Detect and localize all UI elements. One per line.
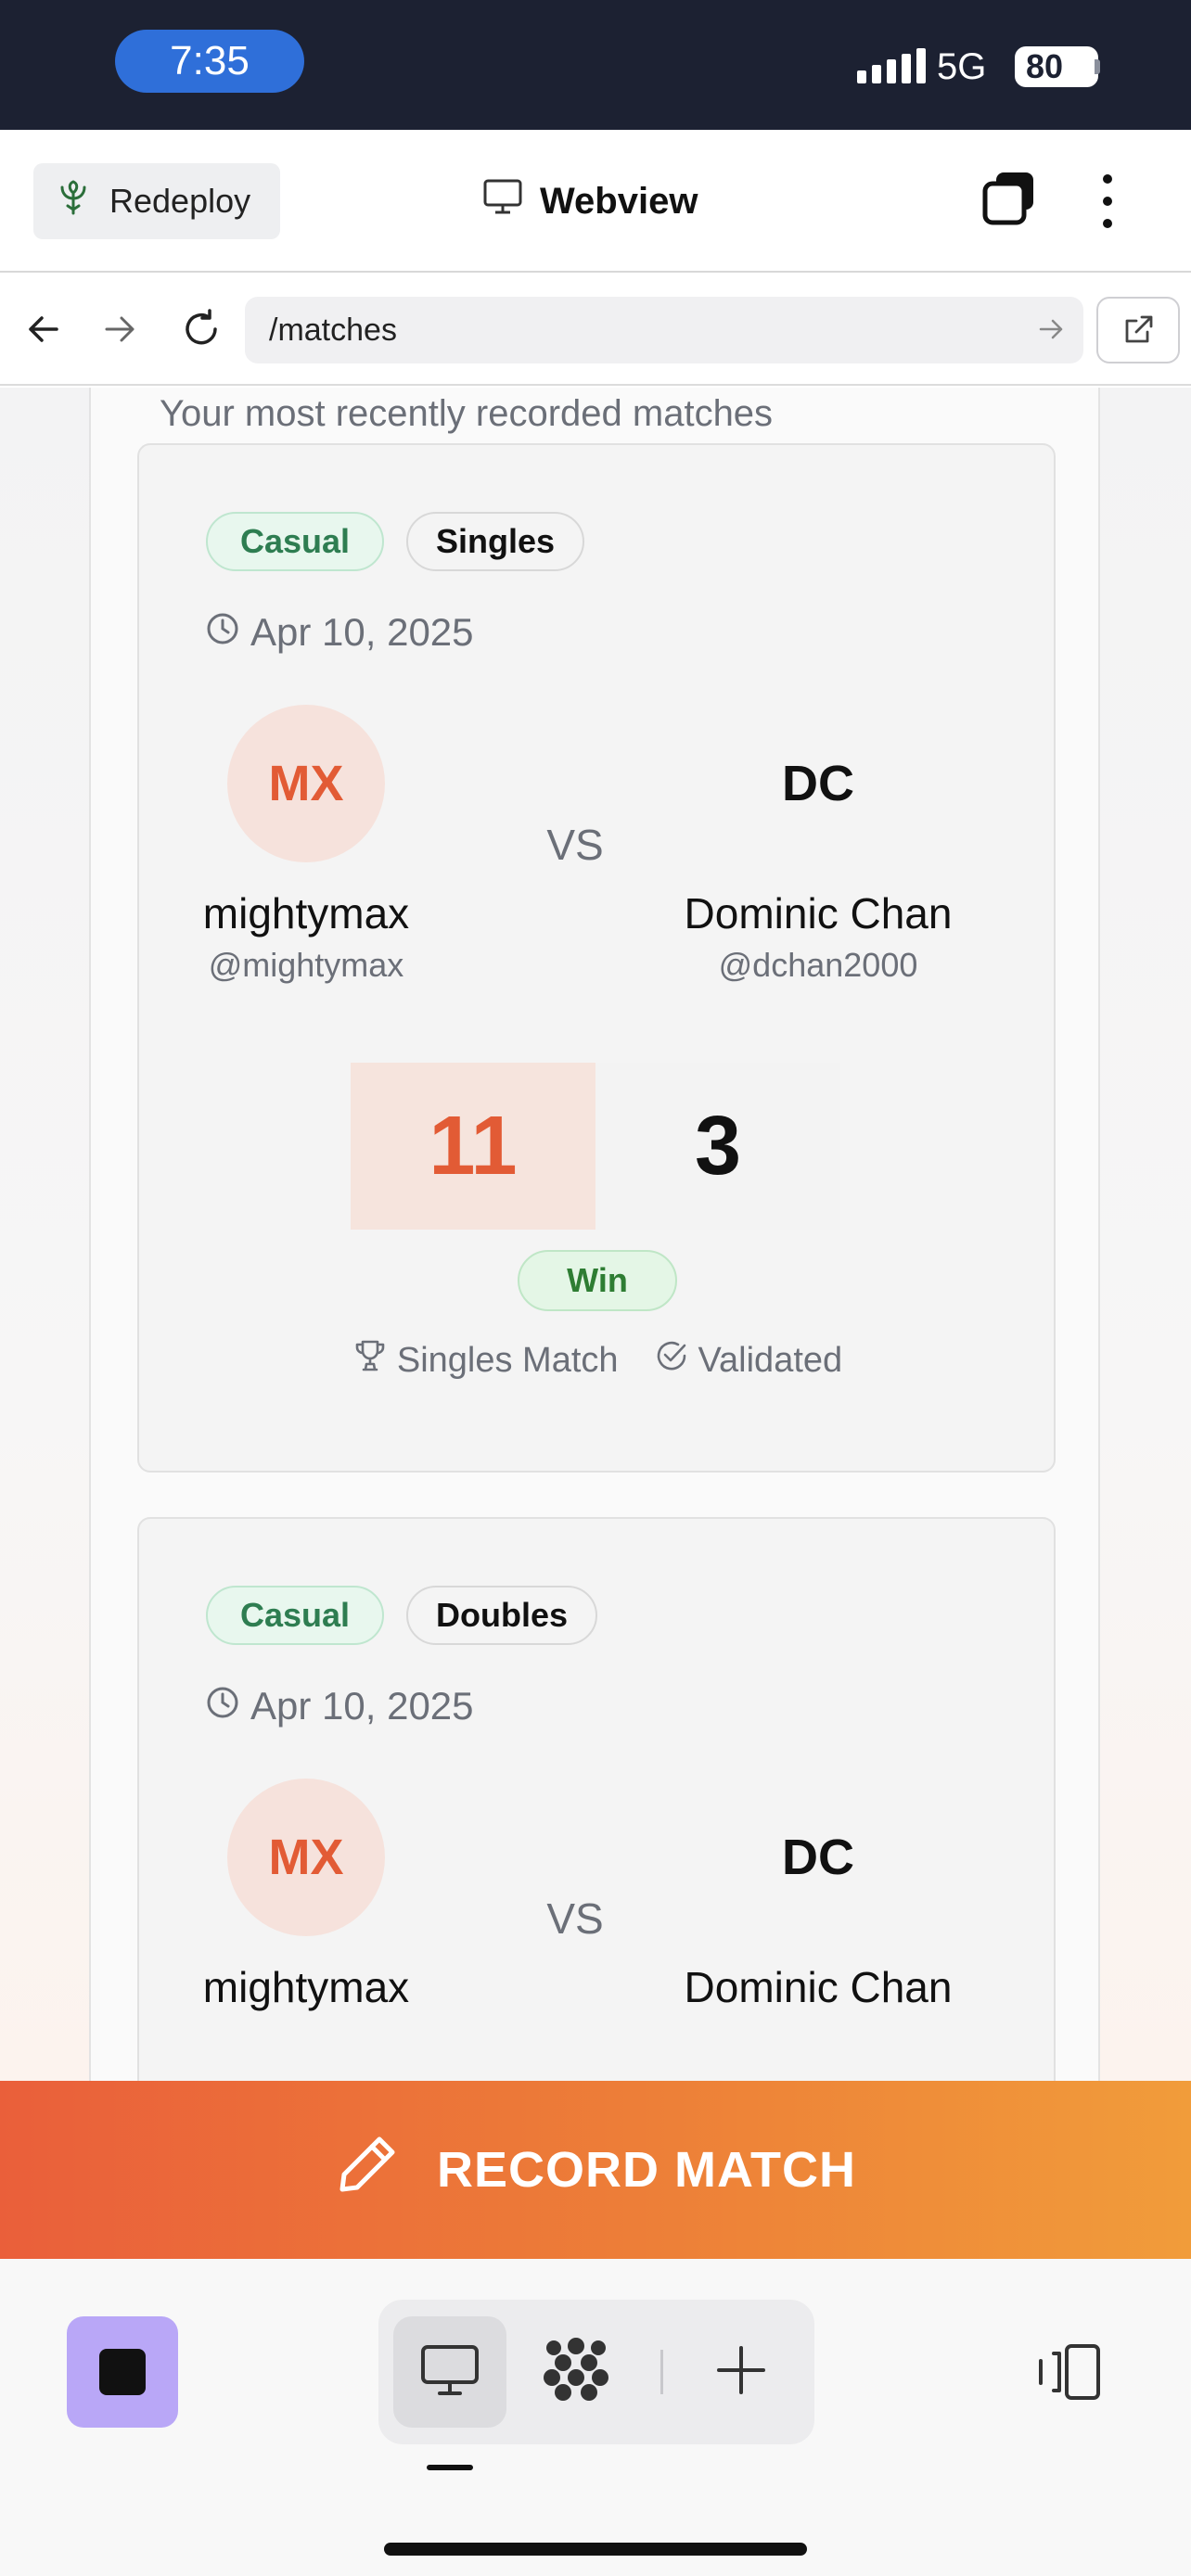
meta-type-text: Singles Match xyxy=(396,1340,619,1380)
matches-panel: Your most recently recorded matches Casu… xyxy=(89,388,1100,2081)
clock-icon xyxy=(206,610,239,655)
player-left: MX mightymax @mightymax xyxy=(139,705,473,985)
url-text: /matches xyxy=(269,312,397,348)
tabs-icon[interactable] xyxy=(980,169,1039,228)
url-bar: /matches xyxy=(0,274,1191,386)
external-link-icon[interactable] xyxy=(1096,297,1180,363)
battery-level: 80 xyxy=(1026,47,1064,85)
player-left: MX mightymax xyxy=(139,1779,473,2012)
add-button[interactable] xyxy=(685,2316,798,2428)
type-badge: Singles xyxy=(406,512,585,571)
plus-icon xyxy=(715,2344,767,2401)
trophy-icon xyxy=(354,1339,386,1382)
player-right: DC Dominic Chan xyxy=(651,1779,985,2012)
player-name: mightymax xyxy=(202,889,410,937)
page-title: Webview xyxy=(482,178,698,224)
mode-badge: Casual xyxy=(206,1586,384,1645)
player-name: Dominic Chan xyxy=(684,889,953,937)
status-time: 7:35 xyxy=(115,30,304,93)
score-player-left: 11 xyxy=(351,1063,596,1230)
meta-status-text: Validated xyxy=(698,1340,843,1380)
bottom-toolbar xyxy=(0,2259,1191,2576)
meta-status: Validated xyxy=(656,1339,843,1382)
battery-cap xyxy=(1095,59,1100,74)
stop-icon xyxy=(99,2349,146,2395)
player-name: mightymax xyxy=(202,1963,410,2011)
redeploy-icon xyxy=(58,179,89,223)
vs-label: VS xyxy=(546,1894,604,1943)
record-match-label: RECORD MATCH xyxy=(437,2142,856,2198)
forward-icon[interactable] xyxy=(96,306,143,352)
status-bar: 7:35 5G 80 xyxy=(0,0,1191,130)
match-date-text: Apr 10, 2025 xyxy=(250,610,474,654)
avatar: MX xyxy=(227,1779,385,1936)
page-title-text: Webview xyxy=(540,180,698,222)
section-subtitle: Your most recently recorded matches xyxy=(160,393,774,434)
player-name: Dominic Chan xyxy=(684,1963,953,2011)
match-date: Apr 10, 2025 xyxy=(206,610,474,655)
result-badge: Win xyxy=(518,1250,677,1311)
page-content[interactable]: Your most recently recorded matches Casu… xyxy=(0,388,1191,2081)
player-handle: @dchan2000 xyxy=(718,946,918,984)
avatar: DC xyxy=(739,705,897,862)
match-card[interactable]: Casual Singles Apr 10, 2025 MX mightymax… xyxy=(137,443,1056,1473)
app-header: Redeploy Webview xyxy=(0,130,1191,273)
segment-divider xyxy=(660,2350,663,2394)
desktop-view-button[interactable] xyxy=(393,2316,506,2428)
url-input[interactable]: /matches xyxy=(245,297,1083,363)
home-indicator xyxy=(384,2543,807,2556)
match-date-text: Apr 10, 2025 xyxy=(250,1684,474,1728)
layout-icon[interactable] xyxy=(1035,2342,1102,2402)
battery-icon: 80 xyxy=(1015,46,1098,87)
kebab-icon[interactable] xyxy=(1095,174,1121,228)
network-label: 5G xyxy=(937,46,987,87)
record-match-button[interactable]: RECORD MATCH xyxy=(0,2081,1191,2259)
back-icon[interactable] xyxy=(20,306,67,352)
score-player-right: 3 xyxy=(596,1063,840,1230)
type-badge: Doubles xyxy=(406,1586,598,1645)
avatar: DC xyxy=(739,1779,897,1936)
meta-type: Singles Match xyxy=(354,1339,619,1382)
player-handle: @mightymax xyxy=(208,946,404,984)
vs-label: VS xyxy=(546,821,604,869)
desktop-icon xyxy=(419,2343,480,2402)
go-icon[interactable] xyxy=(1037,315,1065,351)
clock-icon xyxy=(206,1684,239,1728)
check-circle-icon xyxy=(656,1340,687,1381)
pencil-icon xyxy=(335,2132,400,2209)
match-card[interactable]: Casual Doubles Apr 10, 2025 MX mightymax… xyxy=(137,1517,1056,2081)
scoreboard: 11 3 xyxy=(351,1063,840,1230)
apps-view-button[interactable] xyxy=(519,2316,633,2428)
view-switcher xyxy=(378,2300,814,2444)
stop-button[interactable] xyxy=(67,2316,178,2428)
mode-badge: Casual xyxy=(206,512,384,571)
monitor-icon xyxy=(482,178,523,224)
active-indicator xyxy=(427,2465,473,2470)
signal-icon xyxy=(857,48,926,83)
apps-icon xyxy=(541,2335,611,2410)
redeploy-button[interactable]: Redeploy xyxy=(33,163,280,239)
match-date: Apr 10, 2025 xyxy=(206,1684,474,1728)
reload-icon[interactable] xyxy=(178,306,224,352)
avatar: MX xyxy=(227,705,385,862)
player-right: DC Dominic Chan @dchan2000 xyxy=(651,705,985,985)
match-meta: Singles Match Validated xyxy=(139,1339,1057,1382)
redeploy-label: Redeploy xyxy=(109,182,251,220)
